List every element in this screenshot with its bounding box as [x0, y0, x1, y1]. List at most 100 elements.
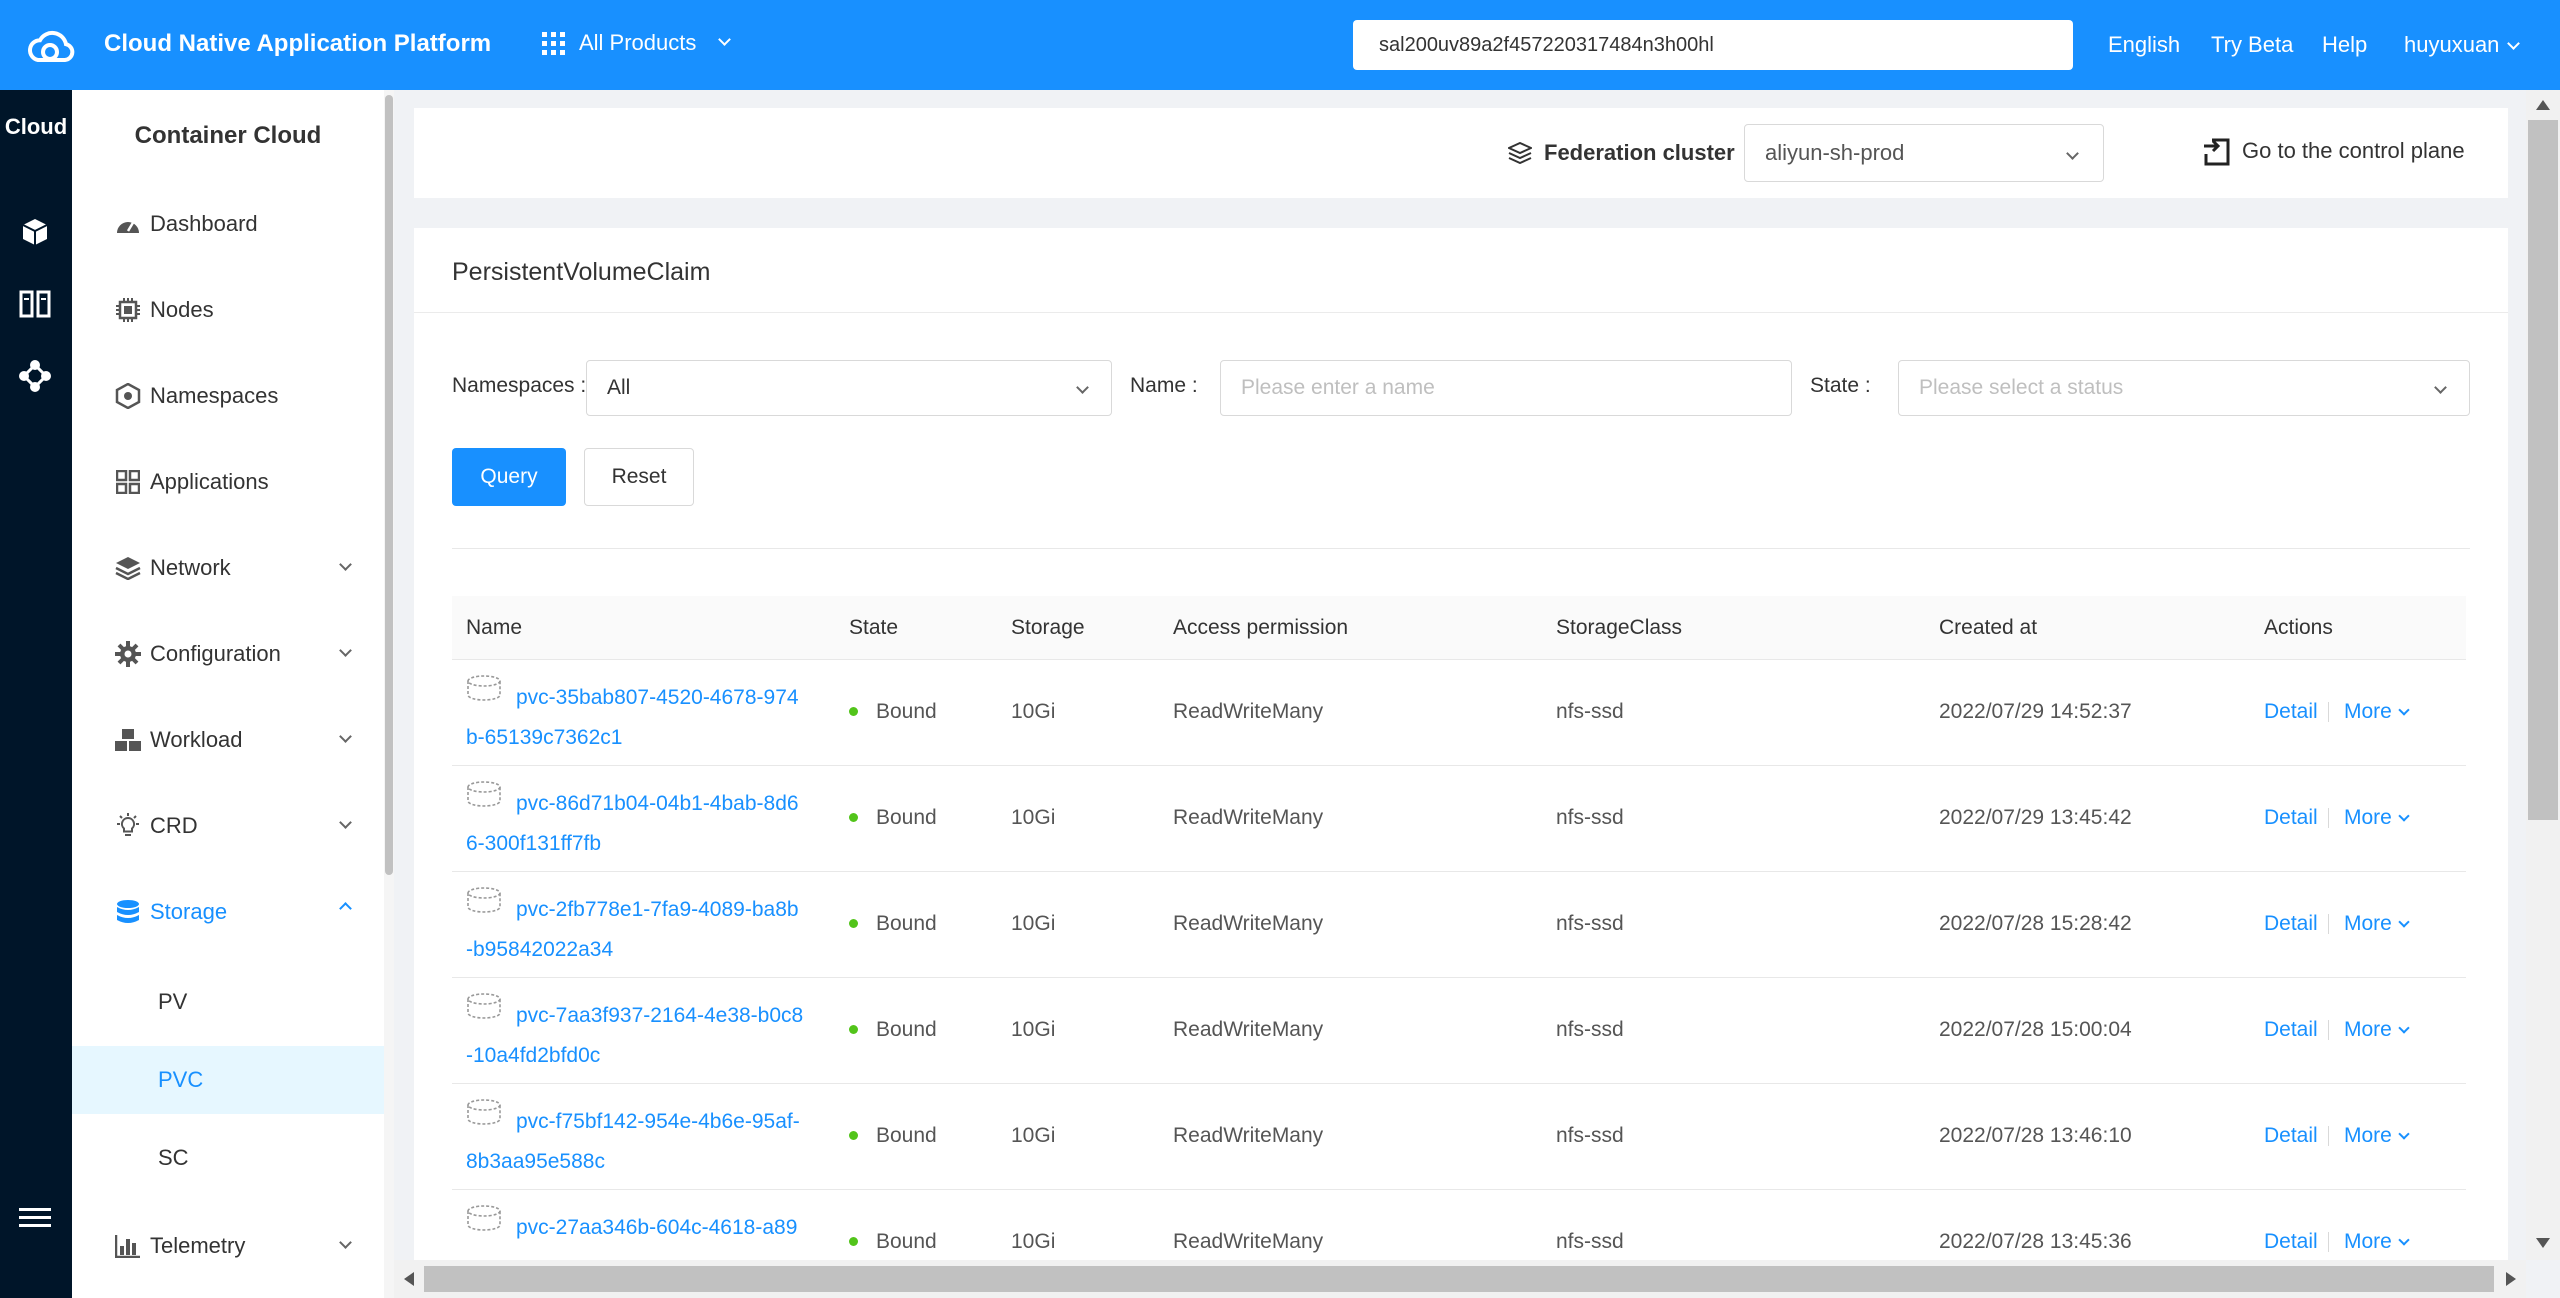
storage-cell: 10Gi — [1011, 1124, 1056, 1147]
dashboard-icon — [114, 210, 142, 238]
access-cell: ReadWriteMany — [1173, 806, 1324, 829]
more-menu[interactable]: More — [2344, 912, 2410, 936]
bar-chart-icon — [114, 1232, 142, 1260]
pvc-name-link[interactable]: pvc-7aa3f937-2164-4e38-b0c8 -10a4fd2bfd0c — [466, 993, 826, 1076]
state-text: Bound — [876, 1018, 937, 1041]
scroll-left-arrow[interactable] — [404, 1272, 414, 1286]
sidebar-item-label: Configuration — [150, 641, 281, 666]
cluster-select[interactable]: aliyun-sh-prod — [1744, 124, 2104, 182]
pvc-name-part2: b-65139c7362c1 — [466, 726, 623, 750]
main-horizontal-scrollbar[interactable] — [394, 1260, 2526, 1298]
sidebar-item-storage[interactable]: Storage — [72, 882, 384, 942]
namespaces-select[interactable]: All — [586, 360, 1112, 416]
top-header: Cloud Native Application Platform All Pr… — [0, 0, 2560, 90]
pvc-name-link[interactable]: pvc-2fb778e1-7fa9-4089-ba8b -b95842022a34 — [466, 887, 826, 970]
search-input[interactable]: sal200uv89a2f457220317484n3h00hl — [1353, 20, 2073, 70]
more-menu[interactable]: More — [2344, 1018, 2410, 1042]
sidebar-sub-sc[interactable]: SC — [72, 1124, 384, 1192]
state-select[interactable]: Please select a status — [1898, 360, 2470, 416]
sidebar-scrollbar[interactable] — [384, 90, 394, 1298]
sidebar-item-applications[interactable]: Applications — [72, 452, 384, 512]
sidebar-item-crd[interactable]: CRD — [72, 796, 384, 856]
pvc-name-part1: pvc-35bab807-4520-4678-974 — [516, 686, 799, 709]
detail-link[interactable]: Detail — [2264, 1018, 2318, 1042]
status-dot-icon — [849, 919, 858, 928]
cluster-nodes-icon[interactable] — [13, 354, 57, 398]
pvc-name-link[interactable]: pvc-35bab807-4520-4678-974 b-65139c7362c1 — [466, 675, 826, 758]
more-menu[interactable]: More — [2344, 806, 2410, 830]
enter-icon — [2204, 138, 2230, 166]
main-vertical-scrollbar[interactable] — [2526, 90, 2560, 1260]
chevron-down-icon — [2398, 1128, 2410, 1140]
cluster-bar: Federation cluster aliyun-sh-prod Go to … — [414, 108, 2508, 198]
chevron-down-icon — [1076, 381, 1089, 394]
query-button[interactable]: Query — [452, 448, 566, 506]
col-storage: Storage — [1011, 616, 1085, 639]
cube-icon[interactable] — [13, 210, 57, 254]
sidebar-item-configuration[interactable]: Configuration — [72, 624, 384, 684]
control-plane-link[interactable]: Go to the control plane — [2202, 136, 2465, 166]
table-row: pvc-f75bf142-954e-4b6e-95af- 8b3aa95e588c… — [452, 1084, 2466, 1190]
scrollbar-thumb[interactable] — [385, 95, 393, 875]
rail-title: Cloud — [4, 114, 68, 139]
state-placeholder: Please select a status — [1919, 376, 2124, 399]
reset-button[interactable]: Reset — [584, 448, 694, 506]
all-products-menu[interactable]: All Products — [542, 30, 732, 56]
detail-link[interactable]: Detail — [2264, 1124, 2318, 1148]
name-input[interactable]: Please enter a name — [1220, 360, 1792, 416]
sidebar-item-namespaces[interactable]: Namespaces — [72, 366, 384, 426]
access-cell: ReadWriteMany — [1173, 1018, 1324, 1041]
scrollbar-thumb[interactable] — [424, 1266, 2494, 1292]
created-cell: 2022/07/29 13:45:42 — [1939, 806, 2132, 829]
chevron-down-icon — [2398, 1234, 2410, 1246]
scroll-down-arrow[interactable] — [2536, 1238, 2550, 1248]
table-row: pvc-35bab807-4520-4678-974 b-65139c7362c1… — [452, 660, 2466, 766]
try-beta-link[interactable]: Try Beta — [2211, 32, 2293, 58]
state-text: Bound — [876, 1230, 937, 1253]
col-state: State — [849, 616, 899, 639]
sidebar-sub-pv[interactable]: PV — [72, 968, 384, 1036]
pvc-name-link[interactable]: pvc-27aa346b-604c-4618-a89 — [466, 1205, 826, 1248]
detail-link[interactable]: Detail — [2264, 912, 2318, 936]
detail-link[interactable]: Detail — [2264, 700, 2318, 724]
state-text: Bound — [876, 806, 937, 829]
user-menu[interactable]: huyuxuan — [2404, 32, 2521, 58]
created-cell: 2022/07/28 13:45:36 — [1939, 1230, 2132, 1253]
more-menu[interactable]: More — [2344, 1230, 2410, 1254]
sidebar-item-network[interactable]: Network — [72, 538, 384, 598]
sidebar-item-telemetry[interactable]: Telemetry — [72, 1216, 384, 1276]
access-cell: ReadWriteMany — [1173, 700, 1324, 723]
language-switch[interactable]: English — [2108, 32, 2180, 58]
col-storageclass: StorageClass — [1556, 616, 1683, 639]
chevron-down-icon — [2398, 704, 2410, 716]
columns-icon[interactable] — [13, 282, 57, 326]
detail-link[interactable]: Detail — [2264, 806, 2318, 830]
namespace-icon — [114, 382, 142, 410]
chevron-up-icon — [339, 902, 352, 915]
help-link[interactable]: Help — [2322, 32, 2367, 58]
sidebar-item-dashboard[interactable]: Dashboard — [72, 194, 384, 254]
more-label: More — [2344, 700, 2392, 723]
status-dot-icon — [849, 1131, 858, 1140]
scrollbar-thumb[interactable] — [2528, 120, 2558, 820]
more-menu[interactable]: More — [2344, 1124, 2410, 1148]
pvc-name-link[interactable]: pvc-86d71b04-04b1-4bab-8d6 6-300f131ff7fb — [466, 781, 826, 864]
scroll-right-arrow[interactable] — [2506, 1272, 2516, 1286]
more-menu[interactable]: More — [2344, 700, 2410, 724]
state-text: Bound — [876, 700, 937, 723]
pvc-name-link[interactable]: pvc-f75bf142-954e-4b6e-95af- 8b3aa95e588c — [466, 1099, 826, 1182]
pvc-name-part1: pvc-f75bf142-954e-4b6e-95af- — [516, 1110, 800, 1133]
detail-link[interactable]: Detail — [2264, 1230, 2318, 1254]
page-title: PersistentVolumeClaim — [452, 258, 711, 286]
state-cell: Bound — [849, 1124, 937, 1148]
state-text: Bound — [876, 1124, 937, 1147]
chevron-down-icon — [339, 730, 352, 743]
chevron-down-icon — [2398, 1022, 2410, 1034]
sidebar-sub-pvc[interactable]: PVC — [72, 1046, 384, 1114]
storageclass-cell: nfs-ssd — [1556, 700, 1624, 723]
sidebar-item-workload[interactable]: Workload — [72, 710, 384, 770]
cloud-logo-icon[interactable] — [24, 22, 80, 68]
scroll-up-arrow[interactable] — [2536, 100, 2550, 110]
menu-icon[interactable] — [13, 1196, 57, 1240]
sidebar-item-nodes[interactable]: Nodes — [72, 280, 384, 340]
